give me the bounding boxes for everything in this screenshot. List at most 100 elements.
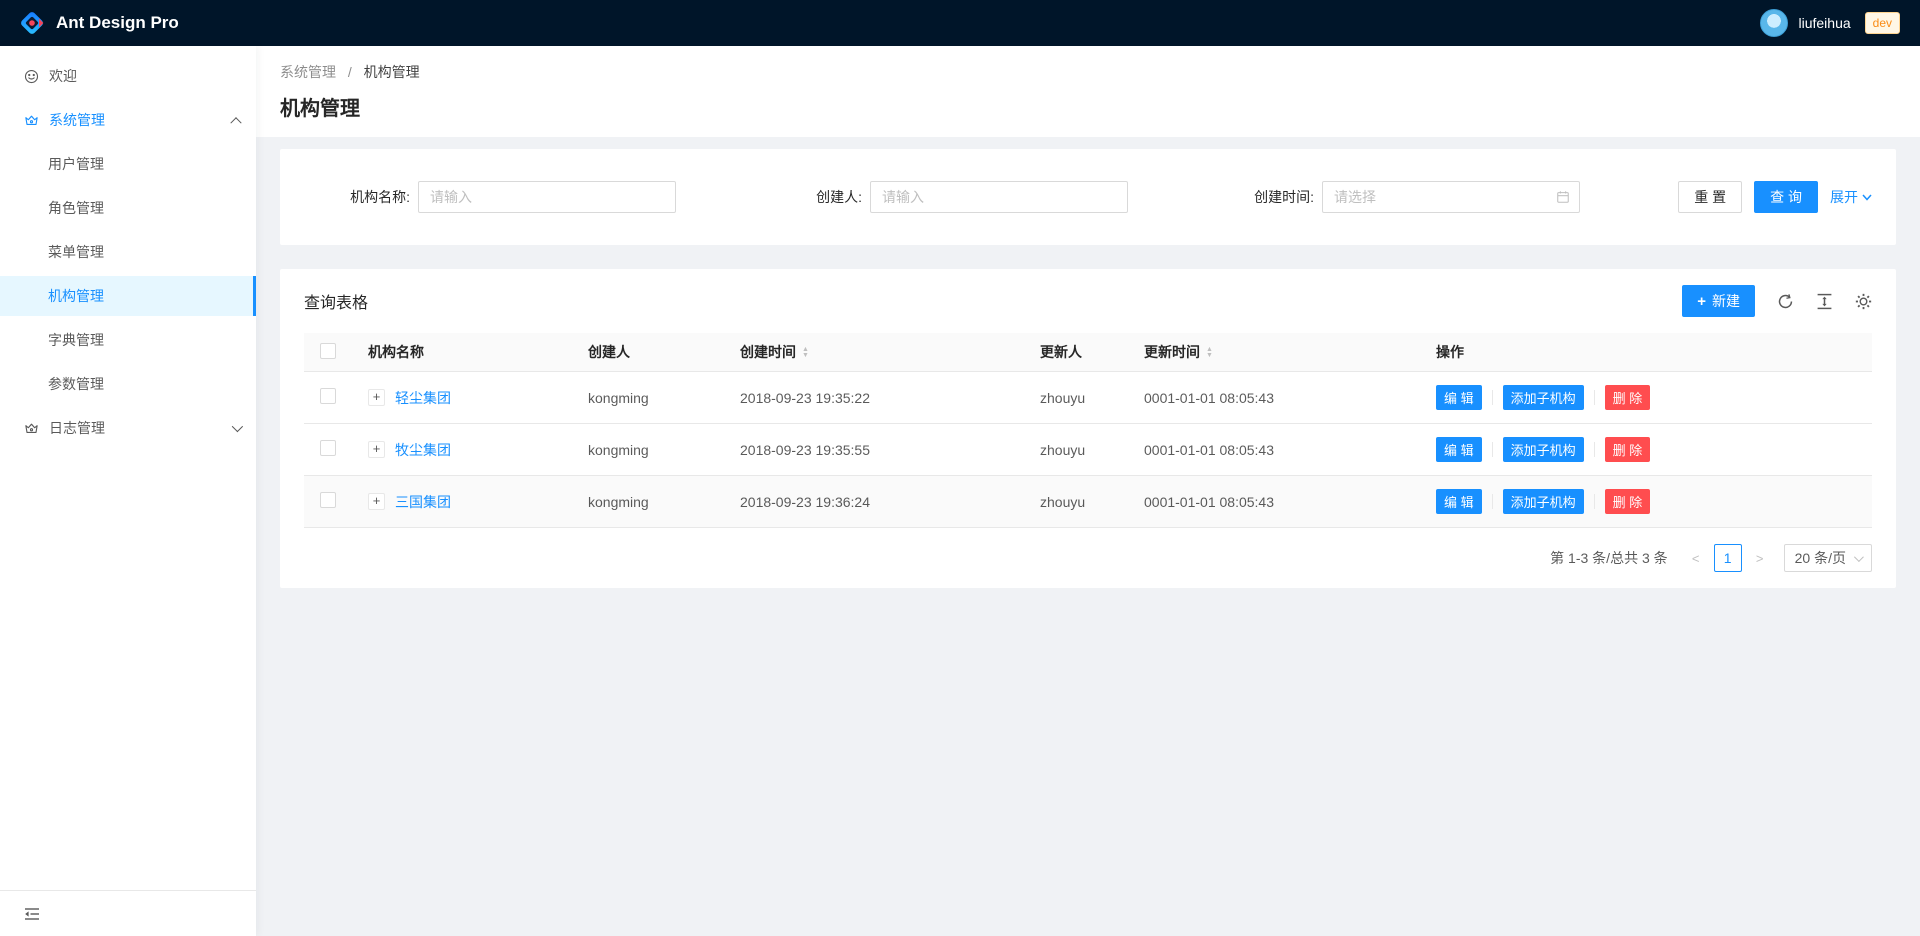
- create-time-cell: 2018-09-23 19:35:22: [724, 372, 1024, 424]
- table-card: 查询表格 + 新建: [280, 269, 1896, 588]
- divider: [1492, 390, 1493, 405]
- settings-gear-icon[interactable]: [1855, 293, 1872, 310]
- sidebar-item-label: 机构管理: [48, 286, 104, 306]
- divider: [1594, 390, 1595, 405]
- sidebar-item-param-management[interactable]: 参数管理: [0, 364, 256, 404]
- creator-input[interactable]: [870, 181, 1128, 213]
- edit-button[interactable]: 编 辑: [1436, 489, 1482, 514]
- expand-row-icon[interactable]: +: [368, 389, 385, 406]
- chevron-down-icon: [1862, 194, 1872, 201]
- delete-button[interactable]: 删 除: [1605, 489, 1651, 514]
- username[interactable]: liufeihua: [1798, 15, 1850, 31]
- table-title: 查询表格: [304, 289, 368, 313]
- reload-icon[interactable]: [1777, 293, 1794, 310]
- menu-fold-icon[interactable]: [24, 906, 40, 922]
- expand-row-icon[interactable]: +: [368, 493, 385, 510]
- calendar-icon: [1556, 190, 1570, 204]
- updater-cell: zhouyu: [1024, 372, 1128, 424]
- create-time-label: 创建时间:: [1208, 187, 1322, 207]
- sidebar-item-org-management[interactable]: 机构管理: [0, 276, 256, 316]
- breadcrumb-item-system[interactable]: 系统管理: [280, 64, 336, 80]
- org-name-input[interactable]: [418, 181, 676, 213]
- column-header-updater: 更新人: [1024, 333, 1128, 372]
- sort-icons[interactable]: ▲▼: [802, 347, 809, 359]
- expand-link[interactable]: 展开: [1830, 187, 1872, 207]
- column-header-create-time[interactable]: 创建时间▲▼: [724, 333, 1024, 372]
- create-time-cell: 2018-09-23 19:35:55: [724, 424, 1024, 476]
- sidebar-item-label: 字典管理: [48, 330, 104, 350]
- next-page-button[interactable]: >: [1746, 544, 1774, 572]
- sidebar-item-welcome[interactable]: 欢迎: [0, 56, 256, 96]
- sidebar-item-role-management[interactable]: 角色管理: [0, 188, 256, 228]
- expand-row-icon[interactable]: +: [368, 441, 385, 458]
- sidebar: 欢迎 系统管理 用户管理 角色管理 菜单管理: [0, 46, 256, 936]
- row-checkbox[interactable]: [320, 440, 336, 456]
- add-child-org-button[interactable]: 添加子机构: [1503, 437, 1584, 462]
- search-form-card: 机构名称: 创建人: 创建时间:: [280, 149, 1896, 245]
- create-time-picker[interactable]: [1322, 181, 1580, 213]
- pagination: 第 1-3 条/总共 3 条 < 1 > 20 条/页: [304, 544, 1872, 572]
- breadcrumb-separator: /: [348, 64, 352, 80]
- page-size-select[interactable]: 20 条/页: [1784, 544, 1872, 572]
- table-row: + 轻尘集团 kongming 2018-09-23 19:35:22 zhou…: [304, 372, 1872, 424]
- column-header-actions: 操作: [1420, 333, 1872, 372]
- creator-cell: kongming: [572, 476, 724, 528]
- divider: [1594, 494, 1595, 509]
- row-checkbox[interactable]: [320, 492, 336, 508]
- column-header-update-time[interactable]: 更新时间▲▼: [1128, 333, 1420, 372]
- divider: [1492, 442, 1493, 457]
- org-name-link[interactable]: 三国集团: [395, 492, 451, 512]
- sidebar-item-label: 角色管理: [48, 198, 104, 218]
- sidebar-item-log-management[interactable]: 日志管理: [0, 408, 256, 448]
- sidebar-item-system-management[interactable]: 系统管理: [0, 100, 256, 140]
- brand[interactable]: Ant Design Pro: [18, 9, 179, 37]
- add-child-org-button[interactable]: 添加子机构: [1503, 385, 1584, 410]
- select-all-checkbox[interactable]: [320, 343, 336, 359]
- updater-cell: zhouyu: [1024, 424, 1128, 476]
- sidebar-item-label: 参数管理: [48, 374, 104, 394]
- update-time-cell: 0001-01-01 08:05:43: [1128, 424, 1420, 476]
- app-title: Ant Design Pro: [56, 13, 179, 33]
- add-child-org-button[interactable]: 添加子机构: [1503, 489, 1584, 514]
- query-button[interactable]: 查 询: [1754, 181, 1818, 213]
- chevron-up-icon: [230, 117, 241, 128]
- sidebar-item-user-management[interactable]: 用户管理: [0, 144, 256, 184]
- sidebar-item-label: 欢迎: [49, 66, 77, 86]
- column-header-creator: 创建人: [572, 333, 724, 372]
- sidebar-item-label: 用户管理: [48, 154, 104, 174]
- plus-icon: +: [1697, 293, 1706, 310]
- sidebar-item-dict-management[interactable]: 字典管理: [0, 320, 256, 360]
- density-icon[interactable]: [1816, 293, 1833, 310]
- sort-icons[interactable]: ▲▼: [1206, 347, 1213, 359]
- chevron-down-icon: [1854, 552, 1864, 562]
- crown-icon: [24, 113, 39, 128]
- new-button[interactable]: + 新建: [1682, 285, 1755, 317]
- table-header-row: 机构名称 创建人 创建时间▲▼ 更新人 更新时间▲▼ 操作: [304, 333, 1872, 372]
- org-table: 机构名称 创建人 创建时间▲▼ 更新人 更新时间▲▼ 操作 + 轻尘集团: [304, 333, 1872, 528]
- new-button-label: 新建: [1712, 291, 1740, 311]
- edit-button[interactable]: 编 辑: [1436, 437, 1482, 462]
- prev-page-button[interactable]: <: [1682, 544, 1710, 572]
- creator-cell: kongming: [572, 372, 724, 424]
- env-badge: dev: [1865, 12, 1900, 34]
- expand-label: 展开: [1830, 187, 1858, 207]
- smile-icon: [24, 69, 39, 84]
- reset-button[interactable]: 重 置: [1678, 181, 1742, 213]
- org-name-link[interactable]: 牧尘集团: [395, 440, 451, 460]
- delete-button[interactable]: 删 除: [1605, 385, 1651, 410]
- sidebar-footer: [0, 890, 256, 936]
- edit-button[interactable]: 编 辑: [1436, 385, 1482, 410]
- sidebar-item-menu-management[interactable]: 菜单管理: [0, 232, 256, 272]
- page-size-value: 20 条/页: [1795, 548, 1846, 568]
- table-row: + 牧尘集团 kongming 2018-09-23 19:35:55 zhou…: [304, 424, 1872, 476]
- row-checkbox[interactable]: [320, 388, 336, 404]
- divider: [1594, 442, 1595, 457]
- user-avatar[interactable]: [1760, 9, 1788, 37]
- creator-cell: kongming: [572, 424, 724, 476]
- delete-button[interactable]: 删 除: [1605, 437, 1651, 462]
- top-header: Ant Design Pro liufeihua dev: [0, 0, 1920, 46]
- org-name-link[interactable]: 轻尘集团: [395, 388, 451, 408]
- sidebar-item-label: 系统管理: [49, 110, 105, 130]
- page-number-1[interactable]: 1: [1714, 544, 1742, 572]
- divider: [1492, 494, 1493, 509]
